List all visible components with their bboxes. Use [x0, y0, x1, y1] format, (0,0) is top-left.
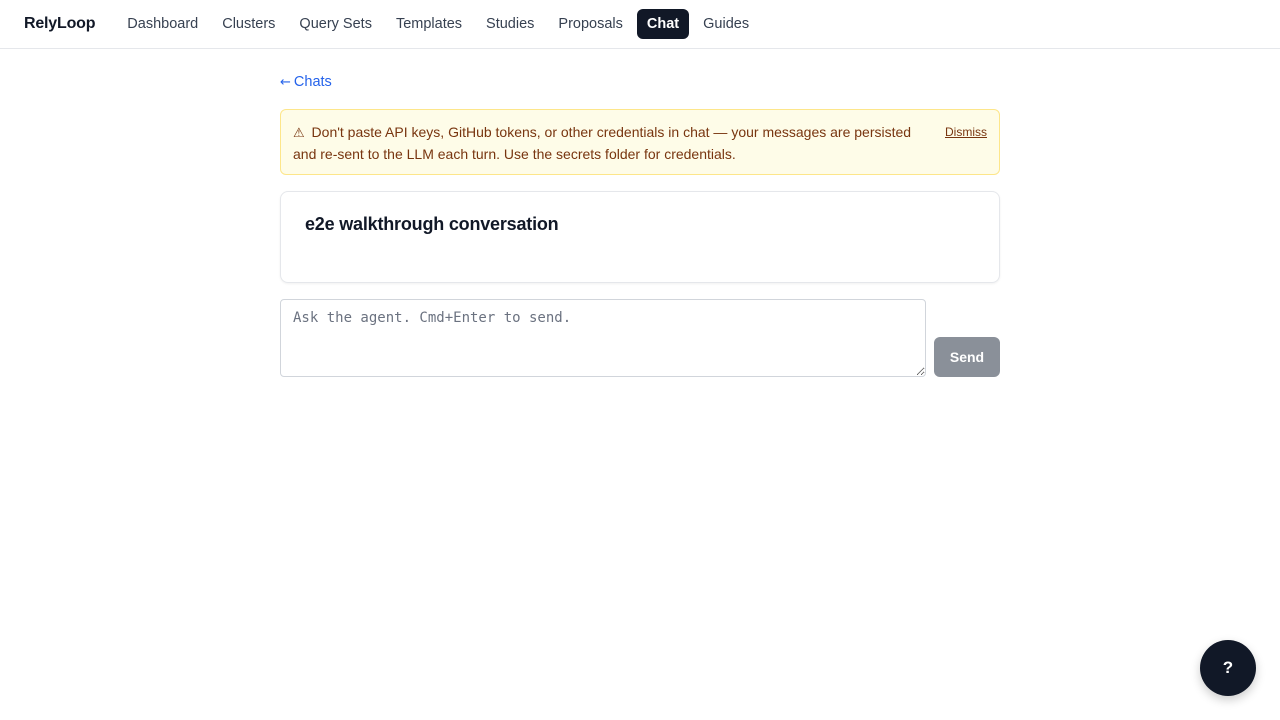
nav-item-proposals[interactable]: Proposals — [548, 9, 632, 39]
top-nav: RelyLoop Dashboard Clusters Query Sets T… — [0, 0, 1280, 49]
arrow-left-icon: ← — [280, 74, 291, 90]
message-input[interactable] — [280, 299, 926, 377]
nav-item-guides[interactable]: Guides — [693, 9, 759, 39]
nav-item-chat[interactable]: Chat — [636, 9, 690, 39]
conversation-title: e2e walkthrough conversation — [305, 214, 559, 234]
brand-logo[interactable]: RelyLoop — [24, 15, 95, 33]
nav-item-studies[interactable]: Studies — [476, 9, 544, 39]
message-composer: Send — [280, 299, 1000, 377]
credentials-warning-banner: ⚠ Don't paste API keys, GitHub tokens, o… — [280, 109, 1000, 175]
dismiss-button[interactable]: Dismiss — [945, 124, 987, 140]
conversation-card: e2e walkthrough conversation — [280, 191, 1000, 283]
warning-text: Don't paste API keys, GitHub tokens, or … — [293, 124, 912, 162]
warning-message: ⚠ Don't paste API keys, GitHub tokens, o… — [293, 122, 938, 162]
warning-icon: ⚠ — [293, 126, 305, 141]
nav-item-dashboard[interactable]: Dashboard — [117, 9, 208, 39]
help-button[interactable]: ? — [1200, 640, 1256, 696]
nav-item-clusters[interactable]: Clusters — [212, 9, 285, 39]
nav-items: Dashboard Clusters Query Sets Templates … — [117, 9, 759, 39]
back-to-chats-link[interactable]: ← Chats — [280, 74, 332, 90]
send-button[interactable]: Send — [934, 337, 1000, 377]
back-link-label: Chats — [293, 74, 332, 90]
nav-item-templates[interactable]: Templates — [386, 9, 472, 39]
nav-item-query-sets[interactable]: Query Sets — [289, 9, 382, 39]
